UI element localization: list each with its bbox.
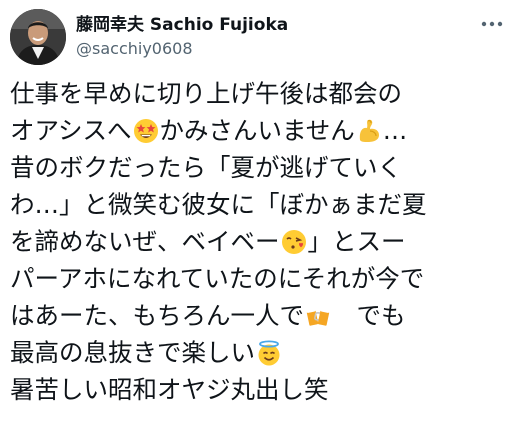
tweet-line: パーアホになれていたのにそれが今で xyxy=(10,260,507,297)
tweet-line: オアシスへ かみさんいません … xyxy=(10,112,507,149)
profile-photo-icon xyxy=(10,9,66,65)
tweet-line: わ…」と微笑む彼女に「ぼかぁまだ夏 xyxy=(10,186,507,223)
more-options-button[interactable] xyxy=(477,14,507,34)
tweet-text: 仕事を早めに切り上げ午後は都会の オアシスへ かみさんいません … 昔のボクだっ… xyxy=(10,75,507,408)
tweet-text-segment: 昔のボクだったら「夏が逃げていく xyxy=(10,153,402,182)
star-struck-emoji-icon xyxy=(133,118,159,144)
tweet-text-segment: を諦めないぜ、ベイベー xyxy=(10,227,280,256)
user-names: 藤岡幸夫 Sachio Fujioka @sacchiy0608 xyxy=(76,9,288,60)
tweet-line: 仕事を早めに切り上げ午後は都会の xyxy=(10,75,507,112)
tweet-text-segment: オアシスへ xyxy=(10,116,132,145)
avatar[interactable] xyxy=(10,9,66,65)
flexed-biceps-emoji-icon xyxy=(356,118,382,144)
clinking-beer-mugs-emoji-icon xyxy=(305,303,331,329)
user-handle[interactable]: @sacchiy0608 xyxy=(76,38,288,60)
tweet-text-segment: でも xyxy=(332,301,406,330)
tweet-text-segment: 暑苦しい昭和オヤジ丸出し笑 xyxy=(10,375,329,404)
tweet-line: 暑苦しい昭和オヤジ丸出し笑 xyxy=(10,371,507,408)
tweet-card: 藤岡幸夫 Sachio Fujioka @sacchiy0608 仕事を早めに切… xyxy=(0,0,517,430)
display-name[interactable]: 藤岡幸夫 Sachio Fujioka xyxy=(76,15,288,36)
tweet-text-segment: 仕事を早めに切り上げ午後は都会の xyxy=(10,79,402,108)
more-dots-icon xyxy=(481,21,503,27)
tweet-line: 最高の息抜きで楽しい xyxy=(10,334,507,371)
tweet-line: 昔のボクだったら「夏が逃げていく xyxy=(10,149,507,186)
tweet-text-segment: … xyxy=(382,116,408,145)
tweet-text-segment: 最高の息抜きで楽しい xyxy=(10,338,255,367)
tweet-text-segment: 」とスー xyxy=(307,227,406,256)
tweet-text-segment: パーアホになれていたのにそれが今で xyxy=(10,264,425,293)
tweet-line: を諦めないぜ、ベイベー 」とスー xyxy=(10,223,507,260)
face-blowing-kiss-emoji-icon xyxy=(281,229,307,255)
tweet-text-segment: かみさんいません xyxy=(159,116,355,145)
smiling-face-with-halo-emoji-icon xyxy=(256,340,282,366)
tweet-line: はあーた、もちろん一人で でも xyxy=(10,297,507,334)
tweet-text-segment: はあーた、もちろん一人で xyxy=(10,301,304,330)
tweet-text-segment: わ…」と微笑む彼女に「ぼかぁまだ夏 xyxy=(10,190,427,219)
tweet-header: 藤岡幸夫 Sachio Fujioka @sacchiy0608 xyxy=(10,9,507,71)
